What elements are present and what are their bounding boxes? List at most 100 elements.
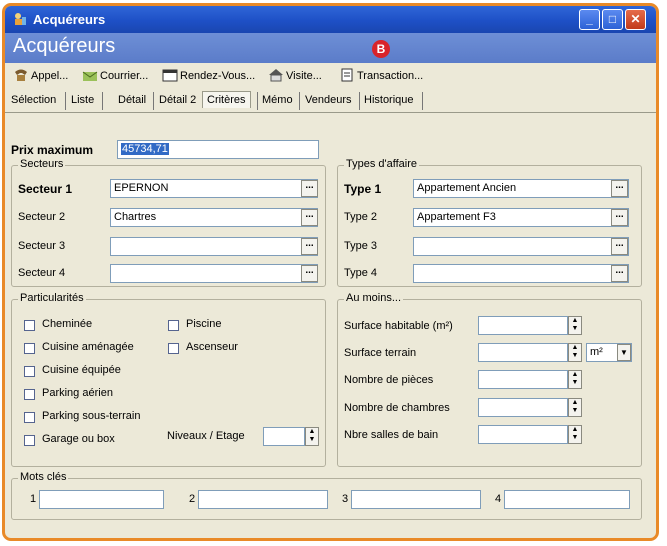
- type-2-browse-button[interactable]: ...: [611, 209, 628, 226]
- transaction-button[interactable]: Transaction...: [339, 68, 423, 84]
- nombre-chambres-spinner[interactable]: ▲ ▼: [568, 398, 582, 417]
- secteur-2-browse-button[interactable]: ...: [301, 209, 318, 226]
- secteur-4-browse-button[interactable]: ...: [301, 265, 318, 282]
- tab-detail[interactable]: Détail: [118, 94, 146, 106]
- secteur-1-browse-button[interactable]: ...: [301, 180, 318, 197]
- piscine-checkbox[interactable]: [168, 320, 179, 331]
- type-4-input[interactable]: [413, 264, 629, 283]
- mots-cles-4-input[interactable]: [504, 490, 630, 509]
- type-1-browse-button[interactable]: ...: [611, 180, 628, 197]
- window: Acquéreurs _ □ ✕ Acquéreurs B Appel... C…: [2, 3, 659, 541]
- type-3-label: Type 3: [344, 240, 378, 252]
- rendezvous-label: Rendez-Vous...: [180, 70, 256, 82]
- type-4-label: Type 4: [344, 267, 378, 279]
- criteres-panel: Prix maximum 45734,71 Secteurs Secteur 1…: [5, 113, 656, 538]
- mots-cles-3-input[interactable]: [351, 490, 481, 509]
- garage-checkbox[interactable]: [24, 435, 35, 446]
- type-2-label: Type 2: [344, 211, 378, 223]
- tab-separator: [102, 92, 103, 110]
- transaction-label: Transaction...: [357, 70, 424, 82]
- salles-bain-spinner[interactable]: ▲ ▼: [568, 425, 582, 444]
- title-bar[interactable]: Acquéreurs _ □ ✕: [5, 6, 656, 33]
- surface-habitable-spinner[interactable]: ▲ ▼: [568, 316, 582, 335]
- type-3-input[interactable]: [413, 237, 629, 256]
- secteur-3-input[interactable]: [110, 237, 318, 256]
- visite-button[interactable]: Visite...: [268, 68, 322, 84]
- type-1-input[interactable]: Appartement Ancien: [413, 179, 629, 198]
- secteur-2-input[interactable]: Chartres: [110, 208, 318, 227]
- type-1-label: Type 1: [344, 182, 382, 196]
- surface-terrain-label: Surface terrain: [344, 347, 417, 359]
- tab-detail-2[interactable]: Détail 2: [159, 94, 196, 106]
- tab-bar: Sélection Liste Détail Détail 2 Critères…: [5, 90, 656, 113]
- prix-label: Prix maximum: [11, 143, 94, 157]
- ascenseur-checkbox[interactable]: [168, 343, 179, 354]
- calendar-icon: [162, 69, 178, 82]
- secteurs-group: Secteurs Secteur 1 EPERNON ... Secteur 2…: [11, 158, 326, 287]
- piscine-label: Piscine: [186, 318, 222, 330]
- parking-aerien-label: Parking aérien: [42, 387, 113, 399]
- courrier-button[interactable]: Courrier...: [82, 68, 148, 84]
- mots-cles-1-label: 1: [30, 493, 37, 505]
- cuisine-equipee-checkbox[interactable]: [24, 366, 35, 377]
- parking-aerien-checkbox[interactable]: [24, 389, 35, 400]
- mots-cles-4-label: 4: [495, 493, 502, 505]
- tab-selection[interactable]: Sélection: [11, 94, 56, 106]
- header-band: Acquéreurs B: [5, 33, 656, 63]
- nombre-pieces-spinner[interactable]: ▲ ▼: [568, 370, 582, 389]
- tab-liste[interactable]: Liste: [71, 94, 94, 106]
- niveaux-spinner[interactable]: ▲ ▼: [305, 427, 319, 446]
- phone-icon: [15, 69, 27, 81]
- ascenseur-label: Ascenseur: [186, 341, 238, 353]
- nombre-chambres-label: Nombre de chambres: [344, 402, 450, 414]
- nombre-chambres-input[interactable]: [478, 398, 568, 417]
- secteur-4-label: Secteur 4: [18, 267, 66, 279]
- tab-vendeurs[interactable]: Vendeurs: [305, 94, 351, 106]
- close-button[interactable]: ✕: [625, 9, 646, 30]
- type-4-browse-button[interactable]: ...: [611, 265, 628, 282]
- appel-label: Appel...: [31, 70, 69, 82]
- cuisine-amenagee-checkbox[interactable]: [24, 343, 35, 354]
- surface-habitable-input[interactable]: [478, 316, 568, 335]
- mots-cles-2-input[interactable]: [198, 490, 328, 509]
- type-3-browse-button[interactable]: ...: [611, 238, 628, 255]
- minimize-button[interactable]: _: [579, 9, 600, 30]
- tab-historique[interactable]: Historique: [364, 94, 414, 106]
- cheminee-checkbox[interactable]: [24, 320, 35, 331]
- tab-memo[interactable]: Mémo: [262, 94, 293, 106]
- types-group: Types d'affaire Type 1 Appartement Ancie…: [337, 158, 642, 287]
- mots-cles-title: Mots clés: [18, 471, 69, 483]
- mots-cles-1-input[interactable]: [39, 490, 164, 509]
- page-title: Acquéreurs: [13, 35, 116, 57]
- cuisine-amenagee-label: Cuisine aménagée: [42, 341, 134, 353]
- parking-sous-terrain-label: Parking sous-terrain: [42, 410, 141, 422]
- appel-button[interactable]: Appel...: [13, 68, 68, 84]
- maximize-button[interactable]: □: [602, 9, 623, 30]
- window-title: Acquéreurs: [33, 12, 106, 27]
- parking-sous-terrain-checkbox[interactable]: [24, 412, 35, 423]
- salles-bain-label: Nbre salles de bain: [344, 429, 439, 441]
- prix-input[interactable]: 45734,71: [117, 140, 319, 159]
- house-icon: [269, 69, 283, 82]
- types-title: Types d'affaire: [344, 158, 419, 170]
- surface-terrain-input[interactable]: [478, 343, 568, 362]
- niveaux-input[interactable]: [263, 427, 305, 446]
- app-icon: [15, 13, 26, 25]
- secteur-1-input[interactable]: EPERNON: [110, 179, 318, 198]
- secteur-3-browse-button[interactable]: ...: [301, 238, 318, 255]
- chevron-down-icon[interactable]: ▼: [617, 344, 631, 361]
- rendezvous-button[interactable]: Rendez-Vous...: [162, 68, 255, 84]
- type-2-input[interactable]: Appartement F3: [413, 208, 629, 227]
- courrier-label: Courrier...: [100, 70, 149, 82]
- tab-criteres[interactable]: Critères: [202, 91, 251, 108]
- secteurs-title: Secteurs: [18, 158, 66, 170]
- particularites-title: Particularités: [18, 292, 86, 304]
- secteur-4-input[interactable]: [110, 264, 318, 283]
- surface-terrain-spinner[interactable]: ▲ ▼: [568, 343, 582, 362]
- nombre-pieces-label: Nombre de pièces: [344, 374, 434, 386]
- salles-bain-input[interactable]: [478, 425, 568, 444]
- cuisine-equipee-label: Cuisine équipée: [42, 364, 121, 376]
- tab-separator: [257, 92, 258, 110]
- badge-b: B: [372, 40, 390, 58]
- nombre-pieces-input[interactable]: [478, 370, 568, 389]
